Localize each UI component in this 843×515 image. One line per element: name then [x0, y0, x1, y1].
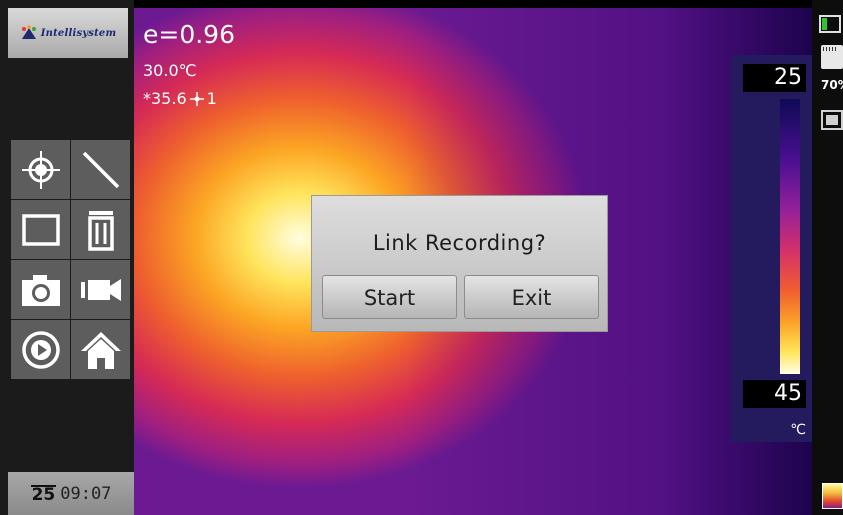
trash-icon: [87, 210, 114, 251]
clock-time: 09:07: [60, 483, 112, 504]
dialog-title: Link Recording?: [372, 231, 547, 255]
line-tool-icon: [82, 151, 119, 188]
camera-icon: [21, 274, 60, 306]
spot-marker-icon: [189, 91, 204, 106]
emissivity-readout: e=0.96: [143, 20, 235, 49]
brand-logo-icon: [21, 25, 36, 39]
capture-photo-button[interactable]: [11, 260, 70, 319]
display-mode-icon[interactable]: [821, 110, 843, 130]
spot-temperature-readout: *35.6 1: [143, 89, 217, 108]
video-camera-icon: [80, 278, 121, 301]
status-strip: 70%: [812, 0, 843, 515]
calendar-icon: 25: [30, 484, 57, 505]
storage-percent: 70%: [821, 78, 843, 92]
temperature-scale: 25 45 ℃: [731, 55, 812, 442]
rectangle-tool-icon: [21, 213, 60, 246]
brand-logo-text: Intellisystem: [40, 27, 117, 39]
scale-min-value[interactable]: 45: [743, 380, 806, 408]
reflected-temperature-readout: 30.0℃: [143, 61, 197, 80]
brand-logo: Intellisystem: [8, 8, 128, 58]
spot-temperature-value: *35.6: [143, 89, 187, 108]
battery-icon: [819, 15, 841, 33]
tool-grid: [11, 140, 130, 379]
record-video-button[interactable]: [71, 260, 130, 319]
spot-index: 1: [206, 89, 217, 108]
home-button[interactable]: [71, 320, 130, 379]
line-measure-button[interactable]: [71, 140, 130, 199]
spot-measure-button[interactable]: [11, 140, 70, 199]
palette-icon[interactable]: [822, 483, 843, 509]
playback-button[interactable]: [11, 320, 70, 379]
play-icon: [21, 330, 60, 369]
spot-crosshair-icon: [21, 150, 60, 189]
scale-max-value[interactable]: 25: [743, 64, 806, 92]
home-icon: [80, 331, 121, 369]
start-button[interactable]: Start: [322, 275, 457, 319]
sd-card-icon: [821, 45, 843, 69]
area-measure-button[interactable]: [11, 200, 70, 259]
link-recording-dialog: Link Recording? Start Exit: [311, 195, 608, 332]
temperature-unit: ℃: [790, 422, 806, 438]
left-panel: Intellisystem 25 09:07: [0, 0, 134, 515]
exit-button[interactable]: Exit: [464, 275, 599, 319]
color-palette-bar: [780, 99, 800, 374]
date-time-bar: 25 09:07: [8, 472, 134, 515]
delete-button[interactable]: [71, 200, 130, 259]
